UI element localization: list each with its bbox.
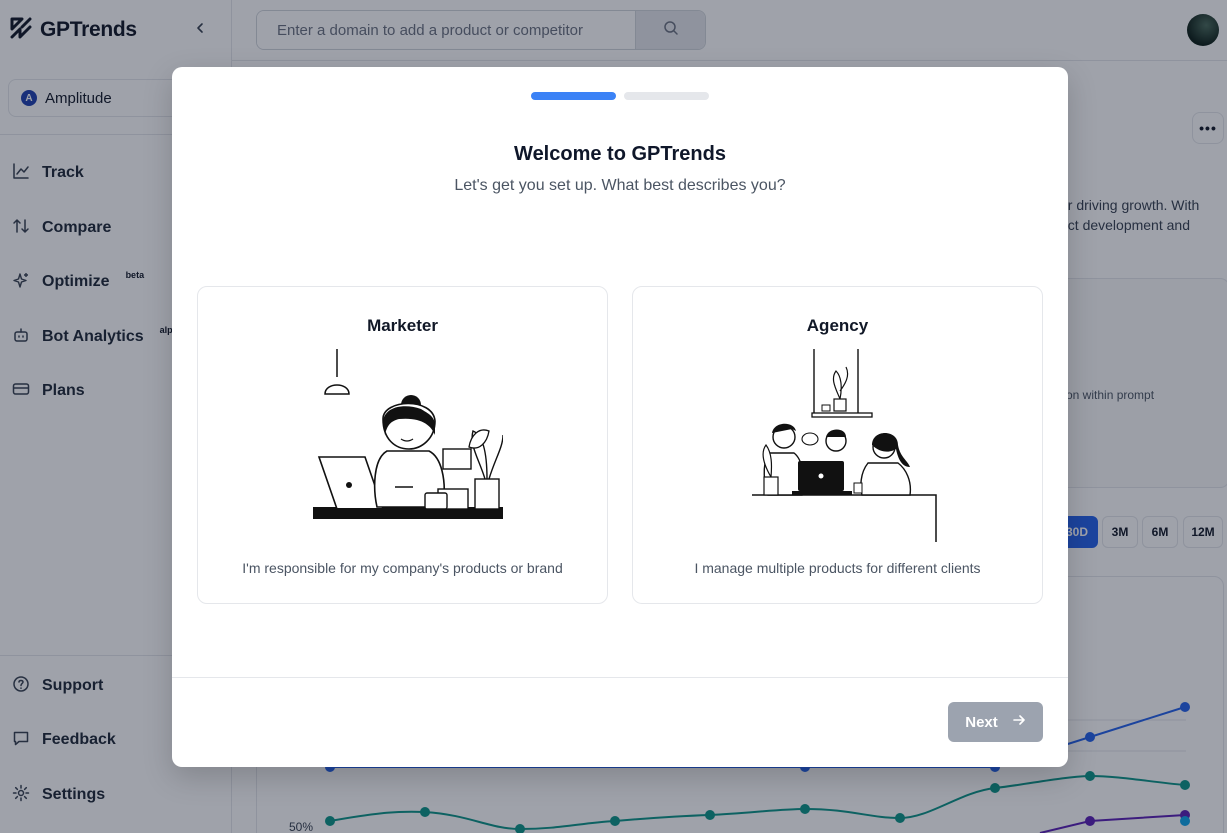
step-indicator-1 [531,92,616,100]
option-description: I'm responsible for my company's product… [242,560,563,576]
marketer-illustration-icon [198,349,607,524]
onboarding-modal: Welcome to GPTrends Let's get you set up… [172,67,1068,767]
option-title: Agency [806,316,869,335]
option-marketer-card[interactable]: Marketer I'm responsible for my company'… [197,286,608,604]
modal-subtitle: Let's get you set up. What best describe… [454,177,786,194]
step-progress [531,92,709,100]
next-button[interactable]: Next [948,702,1043,742]
step-indicator-2 [624,92,709,100]
option-title: Marketer [367,316,438,335]
arrow-right-icon [1012,713,1026,731]
agency-illustration-icon [633,349,1042,544]
option-agency-card[interactable]: Agency I manage multiple products for di… [632,286,1043,604]
modal-title: Welcome to GPTrends [514,143,726,165]
next-button-label: Next [965,713,998,731]
modal-footer-divider [172,677,1068,678]
option-description: I manage multiple products for different… [694,560,981,576]
